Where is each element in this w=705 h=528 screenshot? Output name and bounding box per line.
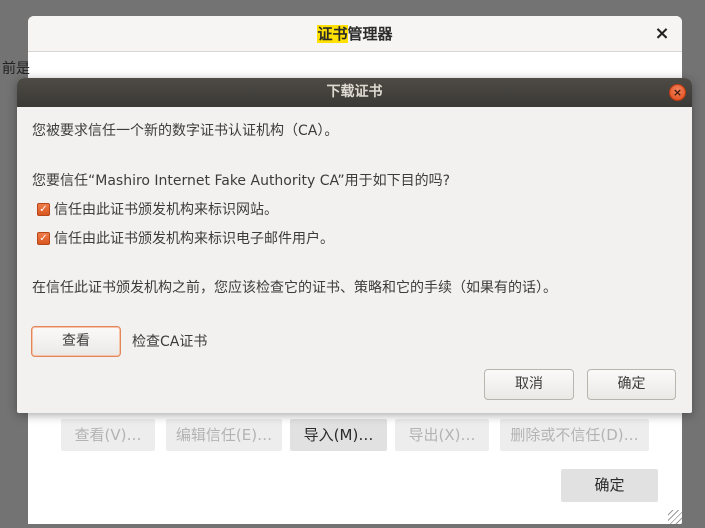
import-button[interactable]: 导入(M)… <box>290 419 387 451</box>
window-title-highlight: 证书 <box>317 25 348 43</box>
window-title: 管理器 <box>347 25 393 43</box>
certificate-manager-ok-button[interactable]: 确定 <box>561 469 658 502</box>
cancel-button[interactable]: 取消 <box>484 369 574 400</box>
trust-email-label: 信任由此证书颁发机构来标识电子邮件用户。 <box>54 231 334 247</box>
advice-text: 在信任此证书颁发机构之前，您应该检查它的证书、策略和它的手续（如果有的话）。 <box>32 280 557 296</box>
checkmark-icon[interactable]: ✓ <box>37 202 50 216</box>
checkmark-icon[interactable]: ✓ <box>37 231 50 245</box>
edit-trust-button[interactable]: 编辑信任(E)… <box>166 419 282 451</box>
ok-button[interactable]: 确定 <box>587 369 676 400</box>
background-peek-text: 前是 <box>2 61 30 77</box>
view-cert-button[interactable]: 查看(V)… <box>61 419 155 451</box>
question-text: 您要信任“Mashiro Internet Fake Authority CA”… <box>32 173 451 189</box>
delete-distrust-button[interactable]: 删除或不信任(D)… <box>500 419 649 451</box>
dialog-titlebar: 下载证书 × <box>17 78 692 107</box>
certificate-manager-titlebar: 证书管理器 × <box>28 16 682 52</box>
download-certificate-dialog: 下载证书 × 您被要求信任一个新的数字证书认证机构（CA）。 您要信任“Mash… <box>17 78 692 413</box>
close-icon[interactable]: × <box>652 24 672 44</box>
view-ca-button[interactable]: 查看 <box>31 326 121 357</box>
dialog-title: 下载证书 <box>326 84 383 100</box>
dialog-close-icon[interactable]: × <box>669 84 686 101</box>
export-button[interactable]: 导出(X)… <box>395 419 489 451</box>
trust-websites-checkbox[interactable]: ✓ 信任由此证书颁发机构来标识网站。 <box>37 200 278 218</box>
trust-websites-label: 信任由此证书颁发机构来标识网站。 <box>54 202 278 218</box>
resize-grip-icon[interactable] <box>668 510 682 524</box>
view-ca-hint: 检查CA证书 <box>132 334 208 350</box>
trust-email-checkbox[interactable]: ✓ 信任由此证书颁发机构来标识电子邮件用户。 <box>37 229 334 247</box>
intro-text: 您被要求信任一个新的数字证书认证机构（CA）。 <box>32 123 339 139</box>
